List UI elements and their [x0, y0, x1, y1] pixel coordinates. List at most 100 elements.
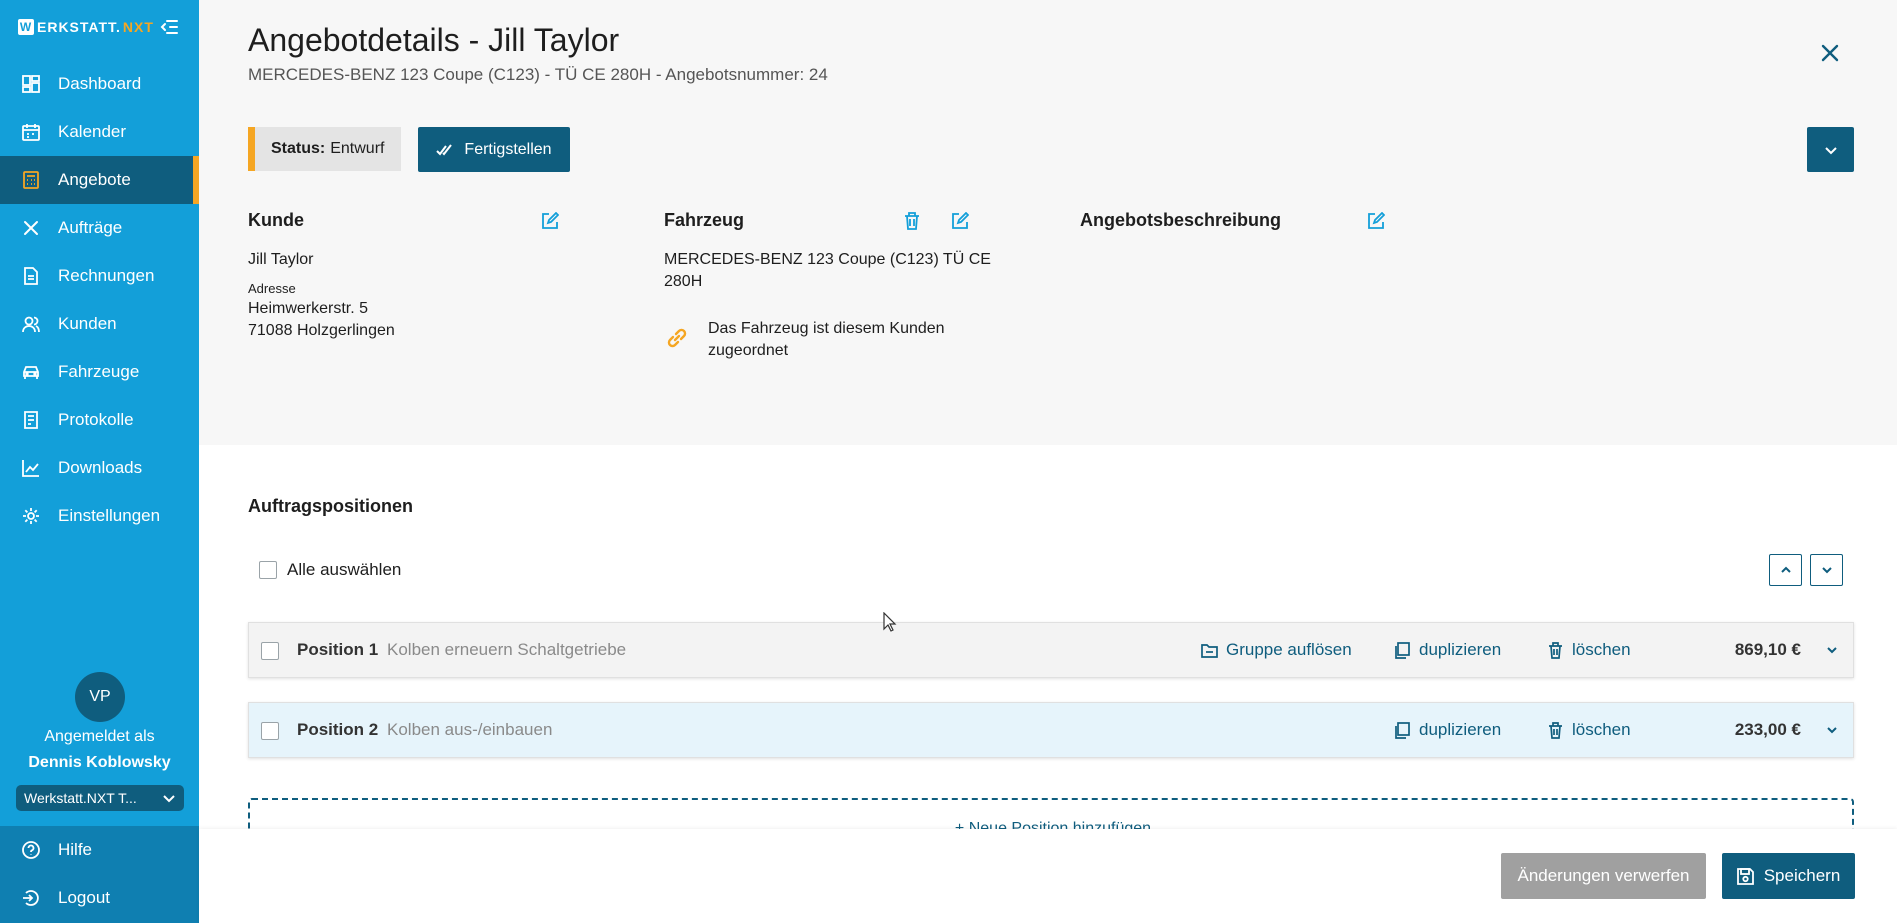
bottom-nav: Hilfe Logout [0, 826, 199, 923]
save-icon [1736, 867, 1754, 885]
avatar[interactable]: VP [75, 672, 125, 722]
calculator-icon [22, 171, 40, 189]
chevron-up-icon [1780, 564, 1792, 576]
copy-icon [1394, 641, 1411, 659]
move-up-button[interactable] [1769, 554, 1802, 586]
dashboard-icon [22, 75, 40, 93]
chevron-down-icon[interactable] [1825, 643, 1839, 657]
main-nav: Dashboard Kalender Angebote Aufträge Rec… [0, 60, 199, 540]
ungroup-button[interactable]: Gruppe auflösen [1201, 640, 1352, 660]
nav-label: Angebote [58, 170, 131, 189]
folder-icon [1201, 642, 1218, 659]
duplicate-button[interactable]: duplizieren [1394, 720, 1501, 740]
nav-rechnungen[interactable]: Rechnungen [0, 252, 199, 300]
select-all-label[interactable]: Alle auswählen [287, 560, 401, 580]
edit-customer-icon[interactable] [541, 212, 559, 230]
delete-button[interactable]: löschen [1547, 720, 1631, 740]
status-label: Status: [271, 140, 326, 157]
vehicle-line2: 280H [664, 273, 703, 290]
row-checkbox[interactable] [261, 642, 279, 660]
edit-vehicle-icon[interactable] [951, 212, 969, 230]
address-label: Adresse [248, 281, 296, 296]
delete-button[interactable]: löschen [1547, 640, 1631, 660]
nav-dashboard[interactable]: Dashboard [0, 60, 199, 108]
page-title: Angebotdetails - Jill Taylor [248, 22, 620, 58]
logo-nxt: NXT [122, 19, 154, 35]
chevron-down-icon [162, 791, 176, 805]
close-icon[interactable] [1819, 42, 1841, 64]
finish-label: Fertigstellen [464, 140, 552, 158]
chart-line-icon [22, 459, 40, 477]
nav-label: Aufträge [58, 218, 123, 237]
edit-description-icon[interactable] [1367, 212, 1385, 230]
chevron-down-icon [1821, 564, 1833, 576]
delete-label: löschen [1572, 640, 1631, 659]
nav-label: Hilfe [58, 840, 93, 859]
nav-fahrzeuge[interactable]: Fahrzeuge [0, 348, 199, 396]
finish-button[interactable]: Fertigstellen [418, 127, 570, 172]
nav-label: Rechnungen [58, 266, 155, 285]
position-price: 869,10 € [1734, 640, 1801, 659]
workspace-select[interactable]: Werkstatt.NXT T... [16, 785, 184, 811]
copy-icon [1394, 721, 1411, 739]
nav-downloads[interactable]: Downloads [0, 444, 199, 492]
duplicate-label: duplizieren [1419, 640, 1502, 659]
trash-icon [1547, 721, 1564, 739]
select-all-checkbox[interactable] [259, 561, 277, 579]
discard-button[interactable]: Änderungen verwerfen [1501, 853, 1706, 899]
tools-icon [22, 219, 40, 237]
workspace-value: Werkstatt.NXT T... [24, 790, 137, 806]
position-number: Position 1 [297, 640, 379, 659]
clipboard-icon [22, 411, 40, 429]
nav-angebote[interactable]: Angebote [0, 156, 199, 204]
position-description: Kolben aus-/einbauen [387, 720, 553, 739]
chevron-down-icon[interactable] [1825, 723, 1839, 737]
users-icon [22, 315, 40, 333]
offer-header-area: Angebotdetails - Jill Taylor MERCEDES-BE… [199, 0, 1897, 445]
vehicle-title: Fahrzeug [664, 210, 745, 230]
nav-protokolle[interactable]: Protokolle [0, 396, 199, 444]
nav-label: Downloads [58, 458, 143, 477]
customer-city: 71088 Holzgerlingen [248, 322, 395, 339]
nav-logout[interactable]: Logout [0, 874, 199, 922]
nav-auftraege[interactable]: Aufträge [0, 204, 199, 252]
duplicate-button[interactable]: duplizieren [1394, 640, 1501, 660]
trash-icon[interactable] [903, 212, 921, 230]
table-row[interactable]: Position 2 Kolben aus-/einbauen duplizie… [248, 702, 1854, 758]
nav-label: Dashboard [58, 74, 142, 93]
description-title: Angebotsbeschreibung [1080, 210, 1282, 230]
positions-title: Auftragspositionen [248, 496, 413, 516]
help-icon [22, 841, 40, 859]
vehicle-line1: MERCEDES-BENZ 123 Coupe (C123) TÜ CE [664, 251, 991, 268]
nav-kalender[interactable]: Kalender [0, 108, 199, 156]
nav-label: Protokolle [58, 410, 134, 429]
car-icon [22, 363, 40, 381]
chevron-down-icon [1824, 143, 1838, 157]
logout-icon [22, 889, 40, 907]
sidebar: W ERKSTATT. NXT Dashboard Kalender Angeb… [0, 0, 199, 923]
app-logo[interactable]: W ERKSTATT. NXT [18, 17, 154, 37]
position-number: Position 2 [297, 720, 379, 739]
save-label: Speichern [1763, 866, 1841, 885]
more-actions-button[interactable] [1807, 127, 1854, 172]
position-description: Kolben erneuern Schaltgetriebe [387, 640, 627, 659]
link-icon [664, 325, 690, 351]
vehicle-link-line1: Das Fahrzeug ist diesem Kunden [708, 320, 945, 337]
document-icon [22, 267, 40, 285]
move-down-button[interactable] [1810, 554, 1843, 586]
nav-einstellungen[interactable]: Einstellungen [0, 492, 199, 540]
row-checkbox[interactable] [261, 722, 279, 740]
table-row[interactable]: Position 1 Kolben erneuern Schaltgetrieb… [248, 622, 1854, 678]
delete-label: löschen [1572, 720, 1631, 739]
duplicate-label: duplizieren [1419, 720, 1502, 739]
logo-text: ERKSTATT. [37, 19, 121, 35]
vehicle-link-line2: zugeordnet [708, 342, 789, 359]
customer-name: Jill Taylor [248, 251, 314, 268]
nav-label: Logout [58, 888, 110, 907]
calendar-icon [22, 123, 40, 141]
save-button[interactable]: Speichern [1722, 853, 1855, 899]
nav-hilfe[interactable]: Hilfe [0, 826, 199, 874]
nav-kunden[interactable]: Kunden [0, 300, 199, 348]
mouse-cursor-icon [883, 612, 897, 632]
collapse-sidebar-icon[interactable] [158, 16, 180, 38]
